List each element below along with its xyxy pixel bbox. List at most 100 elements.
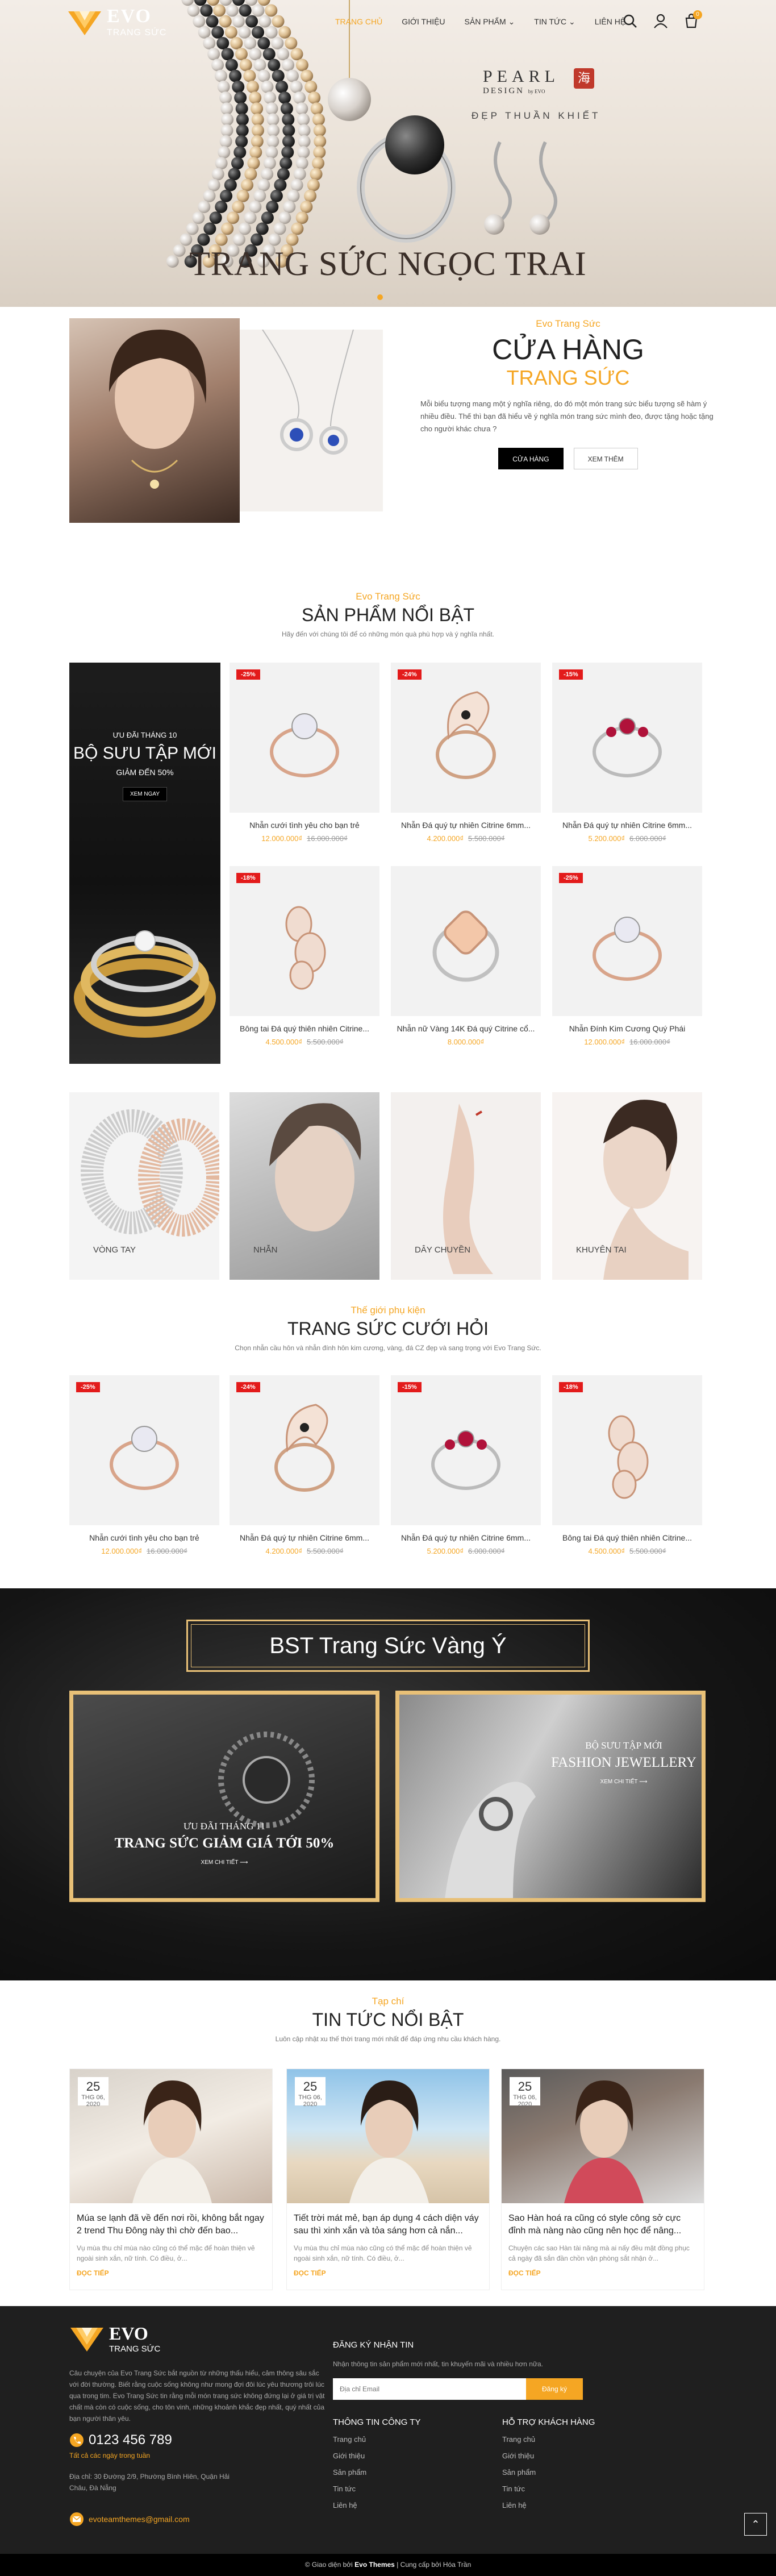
footer-link[interactable]: Liên hệ — [333, 2501, 420, 2510]
promo-shop-now-button[interactable]: XEM NGAY — [122, 787, 168, 801]
diamond-logo-icon — [68, 11, 101, 35]
product-image[interactable]: -15% — [391, 1375, 541, 1525]
news-title[interactable]: Tiết trời mát mẻ, bạn áp dụng 4 cách diệ… — [294, 2212, 482, 2237]
category-necklace[interactable]: DÂY CHUYỀN — [391, 1092, 541, 1280]
pearl-bead — [251, 113, 264, 126]
product-card[interactable]: -18% Bông tai Đá quý thiên nhiên Citrine.… — [230, 866, 379, 1059]
pearl-bead — [228, 168, 241, 181]
cart-icon[interactable]: 0 — [684, 10, 702, 30]
news-title[interactable]: Sao Hàn hoá ra cũng có style công sở cực… — [508, 2212, 697, 2237]
news-card[interactable]: 25 THG 06, 2020 Sao Hàn hoá ra cũng có sty… — [501, 2069, 704, 2290]
promo-banner-right[interactable]: BỘ SƯU TẬP MỚI FASHION JEWELLERY XEM CHI… — [395, 1691, 706, 1902]
product-image[interactable]: -24% — [391, 663, 541, 813]
product-card[interactable]: -25% Nhẫn cưới tình yêu cho bạn trẻ 12.000… — [69, 1375, 219, 1568]
news-title[interactable]: Múa se lạnh đã về đến nơi rồi, không bắt… — [77, 2212, 265, 2237]
site-logo[interactable]: EVO TRANG SỨC — [67, 7, 166, 38]
footer-link[interactable]: Liên hệ — [502, 2501, 595, 2510]
product-name[interactable]: Nhẫn Đá quý tự nhiên Citrine 6mm... — [391, 1533, 541, 1542]
nav-contact[interactable]: LIÊN HỆ — [595, 17, 625, 27]
product-name[interactable]: Nhẫn nữ Vàng 14K Đá quý Citrine cổ... — [391, 1024, 541, 1033]
product-name[interactable]: Nhẫn Đính Kim Cương Quý Phái — [552, 1024, 702, 1033]
footer-link[interactable]: Trang chủ — [333, 2435, 420, 2444]
product-name[interactable]: Nhẫn cưới tình yêu cho bạn trẻ — [230, 821, 379, 830]
footer-email[interactable]: evoteamthemes@gmail.com — [69, 2512, 190, 2527]
category-bracelet[interactable]: VÒNG TAY — [69, 1092, 219, 1280]
footer-logo[interactable]: EVO TRANG SỨC — [69, 2323, 160, 2354]
product-card[interactable]: -15% Nhẫn Đá quý tự nhiên Citrine 6mm... 5… — [391, 1375, 541, 1568]
product-name[interactable]: Bông tai Đá quý thiên nhiên Citrine... — [552, 1533, 702, 1542]
footer-phone[interactable]: 0123 456 789 — [69, 2432, 172, 2448]
product-card[interactable]: -24% Nhẫn Đá quý tự nhiên Citrine 6mm... 4… — [230, 1375, 379, 1568]
slider-dot-active[interactable] — [377, 294, 383, 300]
promo-banner-left[interactable]: ƯU ĐÃI THÁNG 11 TRANG SỨC GIẢM GIÁ TỚI 5… — [69, 1691, 379, 1902]
pearl-bead — [265, 146, 278, 159]
news-card[interactable]: 25 THG 06, 2020 Tiết trời mát mẻ, bạn áp d… — [286, 2069, 490, 2290]
product-name[interactable]: Bông tai Đá quý thiên nhiên Citrine... — [230, 1024, 379, 1033]
nav-home[interactable]: TRANG CHỦ — [335, 17, 382, 27]
newsletter-subscribe-button[interactable]: Đăng ký — [526, 2378, 583, 2400]
nav-products[interactable]: SẢN PHẨM ⌄ — [465, 17, 515, 27]
product-name[interactable]: Nhẫn cưới tình yêu cho bạn trẻ — [69, 1533, 219, 1542]
product-image[interactable]: -18% — [552, 1375, 702, 1525]
news-image[interactable]: 25 THG 06, 2020 — [70, 2069, 272, 2203]
product-image[interactable]: -25% — [230, 663, 379, 813]
product-image[interactable]: -18% — [230, 866, 379, 1016]
product-image[interactable]: -25% — [69, 1375, 219, 1525]
pearl-bead — [314, 135, 327, 148]
product-card[interactable]: -18% Bông tai Đá quý thiên nhiên Citrine.… — [552, 1375, 702, 1568]
news-read-more-link[interactable]: ĐỌC TIẾP — [294, 2269, 482, 2277]
footer-link[interactable]: Giới thiệu — [333, 2452, 420, 2460]
news-image[interactable]: 25 THG 06, 2020 — [502, 2069, 704, 2203]
promo-banner[interactable]: ƯU ĐÃI THÁNG 10 BỘ SƯU TẬP MỚI GIẢM ĐẾN … — [69, 663, 220, 1064]
product-card[interactable]: -25% Nhẫn cưới tình yêu cho bạn trẻ 12.000… — [230, 663, 379, 856]
category-ring[interactable]: NHẪN — [230, 1092, 379, 1280]
promo-line-2: BỘ SƯU TẬP MỚI — [73, 744, 216, 763]
footer-stores-link[interactable]: Tất cả các ngày trong tuần — [69, 2452, 150, 2460]
footer-link[interactable]: Sản phẩm — [333, 2468, 420, 2477]
pearl-bead — [211, 59, 224, 72]
pearl-bead — [310, 102, 323, 115]
shop-button[interactable]: CỬA HÀNG — [498, 448, 564, 469]
pearl-bead — [219, 91, 232, 104]
footer-link[interactable]: Tin tức — [333, 2485, 420, 2493]
pearl-bead — [221, 48, 234, 61]
hero-banner[interactable]: EVO TRANG SỨC TRANG CHỦ GIỚI THIỆU SẢN P… — [0, 0, 776, 307]
product-name[interactable]: Nhẫn Đá quý tự nhiên Citrine 6mm... — [552, 821, 702, 830]
read-more-button[interactable]: XEM THÊM — [573, 448, 638, 469]
news-card[interactable]: 25 THG 06, 2020 Múa se lạnh đã về đến nơi … — [69, 2069, 273, 2290]
product-card[interactable]: -15% Nhẫn Đá quý tự nhiên Citrine 6mm... 5… — [552, 663, 702, 856]
search-icon[interactable] — [623, 14, 637, 30]
category-label: VÒNG TAY — [93, 1245, 136, 1255]
pearl-bead — [207, 48, 220, 61]
back-to-top-button[interactable]: ⌃ — [744, 2513, 767, 2536]
banner-right-button[interactable]: XEM CHI TIẾT ⟶ — [547, 1779, 700, 1785]
user-icon[interactable] — [653, 14, 668, 30]
product-image[interactable]: -24% — [230, 1375, 379, 1525]
product-card[interactable]: Nhẫn nữ Vàng 14K Đá quý Citrine cổ... 8.0… — [391, 866, 541, 1059]
sale-badge: -15% — [559, 669, 583, 680]
news-read-more-link[interactable]: ĐỌC TIẾP — [508, 2269, 697, 2277]
nav-news[interactable]: TIN TỨC ⌄ — [534, 17, 575, 27]
news-date-day: 25 — [86, 2079, 101, 2094]
footer-link[interactable]: Giới thiệu — [502, 2452, 595, 2460]
footer-link[interactable]: Tin tức — [502, 2485, 595, 2493]
banner-left-button[interactable]: XEM CHI TIẾT ⟶ — [73, 1859, 376, 1866]
nav-about[interactable]: GIỚI THIỆU — [402, 17, 445, 27]
product-card[interactable]: -25% Nhẫn Đính Kim Cương Quý Phái 12.000.0… — [552, 866, 702, 1059]
news-read-more-link[interactable]: ĐỌC TIẾP — [77, 2269, 265, 2277]
footer-link[interactable]: Sản phẩm — [502, 2468, 595, 2477]
product-card[interactable]: -24% Nhẫn Đá quý tự nhiên Citrine 6mm... 4… — [391, 663, 541, 856]
pearl-bead — [304, 189, 317, 202]
product-image[interactable]: -15% — [552, 663, 702, 813]
product-image[interactable]: -25% — [552, 866, 702, 1016]
category-earring[interactable]: KHUYÊN TAI — [552, 1092, 702, 1280]
category-label: DÂY CHUYỀN — [415, 1245, 471, 1255]
footer-link[interactable]: Trang chủ — [502, 2435, 595, 2444]
product-name[interactable]: Nhẫn Đá quý tự nhiên Citrine 6mm... — [391, 821, 541, 830]
product-image[interactable] — [391, 866, 541, 1016]
copyright-brand-link[interactable]: Evo Themes — [354, 2561, 395, 2569]
newsletter-email-input[interactable] — [333, 2378, 526, 2400]
pearl-bead — [261, 211, 274, 224]
news-image[interactable]: 25 THG 06, 2020 — [287, 2069, 489, 2203]
product-name[interactable]: Nhẫn Đá quý tự nhiên Citrine 6mm... — [230, 1533, 379, 1542]
